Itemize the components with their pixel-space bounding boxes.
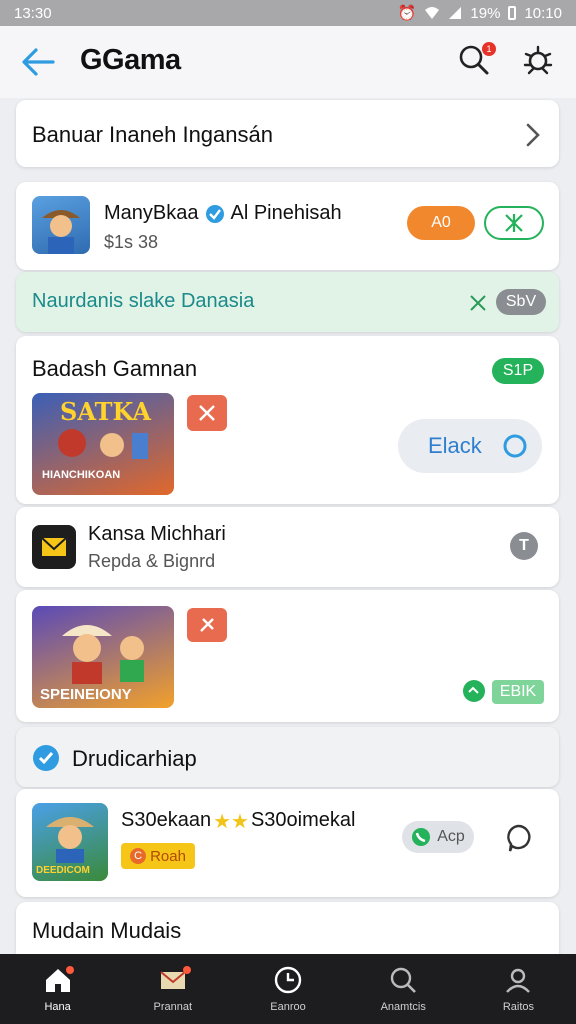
nav-clock-label: Eanroo [270,1001,306,1013]
settings-button[interactable] [522,44,558,80]
status-bar: 13:30 ⏰ 19% 10:10 [0,0,576,26]
app2-title-row: S30ekaan ★★ S30oimekal [121,809,355,834]
nav-profile[interactable]: Raitos [461,954,576,1024]
game2-characters-icon [62,625,144,684]
game2-card: SPEINEIONY EBIK [16,590,559,722]
app2-name: S30ekaan [121,809,212,831]
tools-icon [199,405,215,421]
profile-icon [506,968,531,993]
check-circle-icon [463,680,485,702]
list-item-title: Kansa Michhari [88,523,226,545]
nav-search-label: Anamtcis [380,1001,426,1013]
status-clock: 10:10 [524,4,562,22]
info-icon[interactable]: T [510,532,538,560]
mail-icon [41,537,67,556]
nav-messages-dot [183,966,192,974]
app-price: $1s 38 [104,232,159,252]
signal-icon [449,7,462,19]
app2-thumb-text: DEEDICOM [36,865,90,876]
verified-icon [205,204,224,223]
game-thumbnail[interactable]: SATKA HIANCHIKOAN [32,393,174,495]
status-icons: ⏰ 19% 10:10 [397,4,562,23]
section3-title: Mudain Mudais [32,918,182,943]
app2-thumbnail: DEEDICOM [32,803,108,881]
banner-text: Banuar Inaneh Ingansán [32,122,273,147]
game-action-button[interactable] [187,395,227,431]
wifi-icon [425,7,440,19]
battery-percent: 19% [470,4,501,22]
character-icon [42,210,80,254]
game-characters-icon [58,429,148,459]
notification-badge: 1 [482,42,496,56]
game2-tag[interactable]: EBIK [492,680,544,704]
chat-bubble-icon[interactable] [504,823,532,853]
search-button[interactable]: 1 [458,42,496,80]
section3-card: Mudain Mudais [16,902,559,962]
circle-icon [503,434,527,458]
bottom-navigation: Hana Prannat Eanroo Anamtcis Raitos [0,954,576,1024]
star-tool-icon [200,618,214,632]
section-title: Badash Gamnan [32,356,198,381]
orange-action-button[interactable]: A0 [407,206,475,240]
download-button[interactable] [484,206,544,240]
checkbox-checked-icon [33,745,59,771]
elack-button[interactable]: Elack [398,419,542,473]
game-title-top: SATKA [60,397,152,426]
chevron-right-icon [526,123,540,147]
banner-card[interactable]: Banuar Inaneh Ingansán [16,100,559,167]
nav-messages[interactable]: Prannat [115,954,230,1024]
list-item-card[interactable]: Kansa Michhari Repda & Bignrd T [16,507,559,587]
app2-card[interactable]: DEEDICOM S30ekaan ★★ S30oimekal C Roah A… [16,789,559,897]
call-label: Acp [437,828,465,845]
section2-header[interactable]: Drudicarhiap [16,727,559,787]
close-icon[interactable] [469,294,487,312]
promo-text: Naurdanis slake Danasia [32,290,255,312]
status-time: 13:30 [14,4,52,22]
app-developer: Al Pinehisah [230,202,342,224]
back-arrow-icon[interactable] [20,46,56,78]
mail-app-icon [32,525,76,569]
download-icon [505,214,523,232]
section-card-games: Badash Gamnan S1P SATKA HIANCHIKOAN Elac… [16,336,559,504]
app2-tag[interactable]: C Roah [121,843,195,869]
phone-icon [412,828,431,846]
game2-thumbnail[interactable]: SPEINEIONY [32,606,174,708]
app-thumbnail [32,196,90,254]
stars-rating: ★★ [213,811,249,833]
clock-icon [274,966,302,994]
call-button[interactable]: Acp [402,821,474,853]
elack-label: Elack [428,433,482,458]
app-row-card[interactable]: ManyBkaa Al Pinehisah $1s 38 A0 [16,182,559,270]
tag-icon: C [130,848,147,864]
game2-title: SPEINEIONY [40,686,132,703]
bug-settings-icon [523,45,553,75]
page-title: GGama [80,44,181,76]
game2-action-button[interactable] [187,608,227,642]
section2-title: Drudicarhiap [72,746,197,771]
nav-messages-label: Prannat [153,1001,193,1013]
tag-label: Roah [150,847,186,865]
app-name: ManyBkaa [104,202,199,224]
battery-icon [508,6,517,20]
section-tag[interactable]: S1P [492,358,544,384]
app-title-row: ManyBkaa Al Pinehisah [104,202,342,225]
promo-banner[interactable]: Naurdanis slake Danasia SbV [16,272,559,332]
alarm-icon: ⏰ [397,5,417,22]
nav-home-label: Hana [44,1001,71,1013]
nav-clock[interactable]: Eanroo [230,954,345,1024]
nav-search[interactable]: Anamtcis [346,954,461,1024]
nav-home[interactable]: Hana [0,954,115,1024]
search-nav-icon [391,967,417,993]
app-bar: GGama 1 [0,26,576,98]
nav-home-dot [66,966,74,974]
app2-name2: S30oimekal [250,809,356,831]
game-title-bottom: HIANCHIKOAN [42,469,121,481]
promo-pill[interactable]: SbV [496,289,546,315]
nav-profile-label: Raitos [502,1001,534,1013]
list-item-subtitle: Repda & Bignrd [88,551,216,571]
app2-character-icon [46,817,94,863]
